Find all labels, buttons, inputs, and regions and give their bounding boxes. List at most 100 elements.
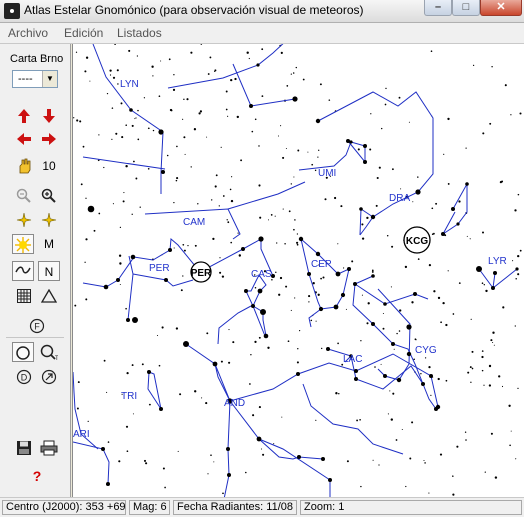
faint-star — [79, 120, 82, 123]
grid-toggle-button[interactable] — [13, 287, 35, 307]
m-toggle-button[interactable]: M — [38, 234, 60, 254]
faint-star — [279, 276, 283, 280]
faint-star — [481, 350, 484, 352]
faint-star — [284, 242, 286, 245]
milky-way-toggle-button[interactable] — [12, 261, 34, 281]
faint-star — [440, 321, 442, 324]
faint-star — [183, 98, 185, 101]
faint-star — [492, 331, 495, 334]
faint-star — [372, 459, 374, 461]
faint-star — [294, 219, 296, 221]
carta-select[interactable]: ---- ▼ — [12, 70, 58, 88]
faint-star — [164, 486, 166, 489]
faint-star — [317, 293, 320, 296]
sun-toggle-button[interactable] — [12, 234, 34, 254]
faint-star — [498, 375, 501, 378]
faint-star — [93, 229, 96, 232]
triangle-toggle-button[interactable] — [38, 287, 60, 307]
faint-star — [465, 439, 467, 441]
faint-star — [464, 431, 467, 433]
faint-star — [122, 200, 125, 203]
faint-star — [187, 244, 189, 247]
faint-star — [201, 397, 203, 399]
star-chart[interactable]: PER KCG LYN UMI CAM DRA PER CAS CEP LYR … — [72, 44, 524, 497]
faint-star — [98, 134, 100, 136]
sky-map[interactable]: PER KCG LYN UMI CAM DRA PER CAS CEP LYR … — [73, 44, 524, 497]
faint-star — [135, 177, 138, 180]
faint-star — [490, 339, 493, 342]
faint-star — [393, 348, 395, 350]
faint-star — [489, 122, 492, 125]
faint-star — [340, 205, 343, 208]
direction-circle-button[interactable] — [38, 367, 60, 387]
save-button[interactable] — [13, 438, 35, 458]
faint-star — [210, 199, 213, 201]
faint-star — [491, 66, 493, 68]
faint-star — [172, 88, 176, 92]
faint-star — [207, 73, 210, 75]
faint-star — [182, 118, 184, 120]
faint-star — [296, 241, 299, 244]
chevron-down-icon[interactable]: ▼ — [42, 71, 57, 87]
faint-star — [258, 184, 261, 187]
faint-star — [139, 206, 141, 208]
faint-star — [112, 76, 116, 79]
faint-star — [106, 92, 109, 95]
carta-label: Carta Brno — [10, 53, 64, 65]
window-title: Atlas Estelar Gnomónico (para observació… — [24, 3, 364, 17]
star-fainter-button[interactable] — [38, 210, 60, 230]
zoom-in-button[interactable] — [38, 186, 60, 206]
f-circle-button[interactable]: F — [26, 316, 48, 336]
maximize-button[interactable]: □ — [452, 0, 480, 16]
minimize-button[interactable]: – — [424, 0, 452, 16]
star-brighter-button[interactable] — [13, 210, 35, 230]
faint-star — [205, 402, 208, 405]
faint-star — [282, 156, 285, 159]
menu-archivo[interactable]: Archivo — [8, 26, 48, 40]
pan-down-button[interactable] — [38, 106, 60, 126]
faint-star — [389, 390, 391, 392]
pan-up-button[interactable] — [13, 106, 35, 126]
faint-star — [315, 320, 317, 322]
n-toggle-button[interactable]: N — [38, 261, 60, 281]
help-button[interactable]: ? — [26, 466, 48, 486]
zoom-out-button[interactable] — [13, 186, 35, 206]
d-circle-button[interactable]: D — [13, 367, 35, 387]
faint-star — [175, 327, 179, 330]
faint-star — [199, 110, 203, 113]
faint-star — [431, 207, 434, 210]
menu-listados[interactable]: Listados — [117, 26, 162, 40]
hand-icon — [19, 158, 31, 174]
faint-star — [408, 121, 410, 123]
faint-star — [111, 107, 114, 109]
label-cas: CAS — [251, 269, 272, 280]
faint-star — [254, 340, 257, 344]
faint-star — [237, 232, 239, 234]
faint-star — [254, 118, 257, 121]
status-fecha: Fecha Radiantes: 11/08 — [173, 500, 297, 515]
faint-star — [317, 156, 319, 158]
faint-star — [447, 182, 450, 185]
circle-tool-button[interactable] — [12, 342, 34, 362]
faint-star — [295, 66, 297, 69]
grid-icon — [17, 289, 31, 303]
faint-star — [254, 286, 257, 289]
pan-right-button[interactable] — [38, 130, 60, 150]
maximize-icon: □ — [462, 1, 470, 13]
pan-left-button[interactable] — [13, 130, 35, 150]
faint-star — [222, 492, 224, 495]
faint-star — [356, 419, 359, 422]
faint-star — [84, 261, 86, 263]
faint-star — [290, 73, 292, 75]
faint-star — [386, 235, 389, 237]
menu-edicion[interactable]: Edición — [64, 26, 103, 40]
search-tool-button[interactable]: T — [38, 342, 60, 362]
hand-step-button[interactable] — [13, 156, 35, 176]
close-button[interactable]: ✕ — [480, 0, 522, 16]
faint-star — [118, 460, 121, 463]
print-button[interactable] — [38, 438, 60, 458]
faint-star — [213, 461, 215, 463]
faint-star — [85, 238, 88, 241]
faint-star — [76, 119, 79, 122]
faint-star — [109, 69, 112, 72]
